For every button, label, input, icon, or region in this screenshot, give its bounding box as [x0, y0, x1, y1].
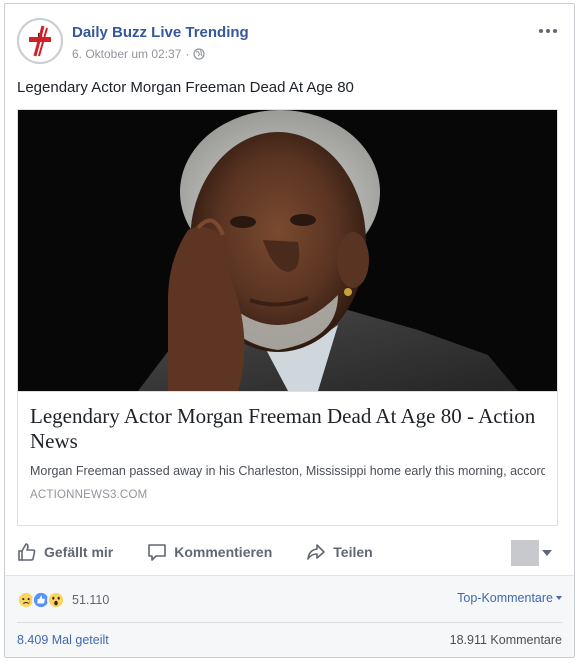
wow-reaction-icon	[47, 591, 65, 609]
link-preview-card[interactable]: Legendary Actor Morgan Freeman Dead At A…	[17, 109, 558, 526]
share-button[interactable]: Teilen	[306, 542, 373, 562]
comment-label: Kommentieren	[174, 544, 273, 560]
chevron-down-icon	[542, 550, 552, 556]
comment-button[interactable]: Kommentieren	[147, 542, 272, 562]
reaction-icons[interactable]	[17, 591, 65, 609]
user-avatar	[511, 540, 539, 566]
post-text: Legendary Actor Morgan Freeman Dead At A…	[17, 79, 354, 96]
top-comments-label: Top-Kommentare	[457, 591, 553, 605]
page-logo-icon: D	[20, 21, 60, 61]
link-title[interactable]: Legendary Actor Morgan Freeman Dead At A…	[30, 404, 545, 454]
portrait-photo	[18, 110, 557, 391]
audience-selector[interactable]	[511, 540, 552, 566]
shares-count-link[interactable]: 8.409 Mal geteilt	[17, 633, 109, 647]
meta-separator: ·	[185, 47, 190, 61]
reactions-row: 51.110 Top-Kommentare	[17, 588, 562, 612]
comments-count-link[interactable]: 18.911 Kommentare	[450, 633, 562, 647]
comment-bubble-icon	[148, 544, 167, 561]
post-meta: 6. Oktober um 02:37 ·	[72, 47, 206, 61]
share-label: Teilen	[333, 544, 373, 560]
link-domain: ACTIONNEWS3.COM	[30, 489, 148, 501]
share-arrow-icon	[307, 544, 326, 560]
action-bar: Gefällt mir Kommentieren Teilen	[17, 534, 564, 570]
reaction-count[interactable]: 51.110	[72, 593, 109, 607]
thumbs-up-icon	[18, 543, 36, 561]
divider	[17, 622, 562, 623]
reactions-footer: 51.110 Top-Kommentare 8.409 Mal geteilt …	[5, 575, 574, 657]
post-timestamp[interactable]: 6. Oktober um 02:37	[72, 47, 181, 61]
like-button[interactable]: Gefällt mir	[17, 542, 113, 562]
post-header: D Daily Buzz Live Trending 6. Oktober um…	[17, 18, 562, 64]
link-description: Morgan Freeman passed away in his Charle…	[30, 464, 545, 478]
like-label: Gefällt mir	[44, 544, 114, 560]
dot-icon	[539, 29, 543, 33]
link-preview-image[interactable]	[18, 110, 557, 391]
chevron-down-icon	[556, 596, 562, 600]
page-name-link[interactable]: Daily Buzz Live Trending	[72, 24, 249, 41]
globe-icon[interactable]	[193, 48, 206, 60]
top-comments-dropdown[interactable]: Top-Kommentare	[457, 591, 562, 605]
link-preview-body: Legendary Actor Morgan Freeman Dead At A…	[18, 391, 557, 525]
page-avatar[interactable]: D	[17, 18, 63, 64]
dot-icon	[553, 29, 557, 33]
more-options-button[interactable]	[538, 24, 558, 38]
facebook-post-card: D Daily Buzz Live Trending 6. Oktober um…	[4, 3, 575, 658]
dot-icon	[546, 29, 550, 33]
